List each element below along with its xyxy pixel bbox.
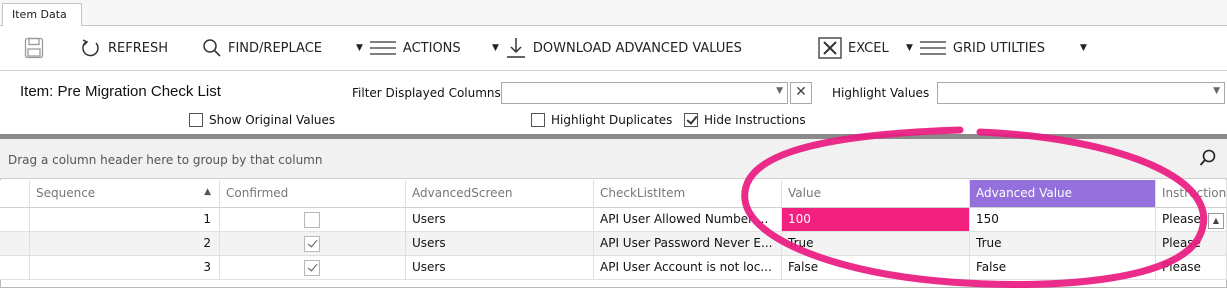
show-original-values-checkbox[interactable]: Show Original Values bbox=[189, 113, 335, 127]
cell-advanced-value[interactable]: 150 bbox=[970, 208, 1156, 232]
checkbox-box[interactable] bbox=[189, 113, 203, 127]
row-indicator-header bbox=[0, 180, 30, 208]
column-header-label: AdvancedScreen bbox=[412, 186, 513, 200]
highlight-values-combo[interactable]: ▼ bbox=[937, 82, 1225, 104]
save-button[interactable] bbox=[24, 36, 44, 60]
cell-advancedscreen[interactable]: Users bbox=[406, 208, 594, 232]
find-replace-label: FIND/REPLACE bbox=[228, 40, 323, 56]
cell-checklistitem[interactable]: API User Account is not loc... bbox=[594, 256, 782, 280]
cell-instruction[interactable]: Please bbox=[1156, 256, 1227, 280]
hide-instructions-checkbox[interactable]: Hide Instructions bbox=[684, 113, 806, 127]
column-header-sequence[interactable]: Sequence ▲ bbox=[30, 180, 220, 208]
toolbar: REFRESH FIND/REPLACE ▼ ACTIONS ▼ DOWNLOA… bbox=[0, 26, 1227, 70]
download-label: DOWNLOAD ADVANCED VALUES bbox=[532, 40, 742, 56]
cell-advancedscreen[interactable]: Users bbox=[406, 256, 594, 280]
cell-sequence[interactable]: 3 bbox=[30, 256, 220, 280]
data-grid: Sequence ▲ Confirmed AdvancedScreen Chec… bbox=[0, 180, 1227, 288]
clear-filter-button[interactable]: ✕ bbox=[790, 82, 812, 104]
search-icon[interactable] bbox=[1199, 149, 1217, 167]
checkbox-box[interactable] bbox=[684, 113, 698, 127]
cell-instruction[interactable]: Please bbox=[1156, 232, 1227, 256]
checkbox-box[interactable] bbox=[531, 113, 545, 127]
download-icon bbox=[506, 38, 525, 58]
chevron-down-icon: ▼ bbox=[356, 43, 363, 53]
cell-sequence[interactable]: 1 bbox=[30, 208, 220, 232]
row-indicator[interactable] bbox=[0, 232, 30, 256]
grid-utilities-dropdown[interactable]: ▼ bbox=[1080, 36, 1087, 60]
save-icon bbox=[24, 37, 44, 59]
cell-sequence[interactable]: 2 bbox=[30, 232, 220, 256]
filter-columns-label: Filter Displayed Columns bbox=[352, 86, 501, 100]
row-indicator[interactable] bbox=[0, 256, 30, 280]
chevron-down-icon[interactable]: ▼ bbox=[1213, 86, 1220, 96]
refresh-label: REFRESH bbox=[108, 40, 168, 56]
search-icon bbox=[203, 39, 221, 57]
cell-advanced-value[interactable]: False bbox=[970, 256, 1156, 280]
confirmed-checkbox[interactable] bbox=[304, 236, 320, 252]
refresh-button[interactable]: REFRESH bbox=[80, 36, 168, 60]
excel-button[interactable]: EXCEL bbox=[818, 36, 889, 60]
confirmed-checkbox[interactable] bbox=[304, 260, 320, 276]
grid-utilities-label: GRID UTILTIES bbox=[952, 40, 1045, 56]
column-header-checklistitem[interactable]: CheckListItem bbox=[594, 180, 782, 208]
chevron-down-icon[interactable]: ▼ bbox=[776, 86, 783, 96]
cell-confirmed[interactable] bbox=[220, 256, 406, 280]
group-panel[interactable]: Drag a column header here to group by th… bbox=[0, 139, 1227, 179]
highlight-duplicates-checkbox[interactable]: Highlight Duplicates bbox=[531, 113, 672, 127]
cell-checklistitem[interactable]: API User Allowed Number ... bbox=[594, 208, 782, 232]
find-replace-button[interactable]: FIND/REPLACE bbox=[202, 36, 322, 60]
column-header-instruction[interactable]: Instruction bbox=[1156, 180, 1227, 208]
cell-advancedscreen[interactable]: Users bbox=[406, 232, 594, 256]
cell-value-highlighted[interactable]: 100 bbox=[782, 208, 970, 232]
cell-confirmed[interactable] bbox=[220, 232, 406, 256]
sort-ascending-icon[interactable]: ▲ bbox=[204, 187, 211, 197]
item-title: Item: Pre Migration Check List bbox=[20, 83, 221, 100]
actions-label: ACTIONS bbox=[402, 40, 461, 56]
highlight-duplicates-label: Highlight Duplicates bbox=[551, 113, 673, 127]
tab-strip: Item Data bbox=[0, 0, 1227, 26]
cell-confirmed[interactable] bbox=[220, 208, 406, 232]
menu-icon bbox=[919, 41, 946, 55]
hide-instructions-label: Hide Instructions bbox=[704, 113, 806, 127]
confirmed-checkbox[interactable] bbox=[304, 212, 320, 228]
actions-button[interactable]: ▼ ACTIONS bbox=[356, 36, 461, 60]
column-header-value[interactable]: Value bbox=[782, 180, 970, 208]
grid-utilities-button[interactable]: ▼ GRID UTILTIES bbox=[906, 36, 1045, 60]
show-original-values-label: Show Original Values bbox=[209, 113, 336, 127]
column-header-label: Confirmed bbox=[226, 186, 289, 200]
highlight-values-label: Highlight Values bbox=[832, 86, 930, 100]
menu-icon bbox=[369, 41, 396, 55]
column-header-label: Value bbox=[788, 186, 821, 200]
cell-value[interactable]: False bbox=[782, 256, 970, 280]
column-header-advancedscreen[interactable]: AdvancedScreen bbox=[406, 180, 594, 208]
excel-icon bbox=[818, 37, 842, 59]
group-panel-hint: Drag a column header here to group by th… bbox=[8, 153, 323, 167]
column-header-label: CheckListItem bbox=[600, 186, 686, 200]
chevron-down-icon: ▼ bbox=[492, 43, 499, 53]
chevron-down-icon: ▼ bbox=[1080, 43, 1087, 53]
cell-checklistitem[interactable]: API User Password Never E... bbox=[594, 232, 782, 256]
column-header-label: Advanced Value bbox=[976, 186, 1073, 200]
excel-label: EXCEL bbox=[848, 40, 889, 56]
chevron-down-icon: ▼ bbox=[906, 43, 913, 53]
refresh-icon bbox=[82, 39, 99, 57]
cell-value[interactable]: True bbox=[782, 232, 970, 256]
column-header-advanced-value[interactable]: Advanced Value bbox=[970, 180, 1156, 208]
column-header-label: Sequence bbox=[36, 186, 96, 200]
filter-columns-combo[interactable]: ▼ bbox=[501, 82, 788, 104]
tab-item-data[interactable]: Item Data bbox=[2, 3, 82, 26]
column-header-label: Instruction bbox=[1162, 186, 1227, 200]
column-header-confirmed[interactable]: Confirmed bbox=[220, 180, 406, 208]
row-indicator[interactable] bbox=[0, 208, 30, 232]
scroll-up-button[interactable]: ▲ bbox=[1208, 213, 1224, 229]
download-advanced-values-button[interactable]: ▼ DOWNLOAD ADVANCED VALUES bbox=[492, 36, 742, 60]
filter-panel: Item: Pre Migration Check List Filter Di… bbox=[0, 70, 1227, 134]
cell-advanced-value[interactable]: True bbox=[970, 232, 1156, 256]
